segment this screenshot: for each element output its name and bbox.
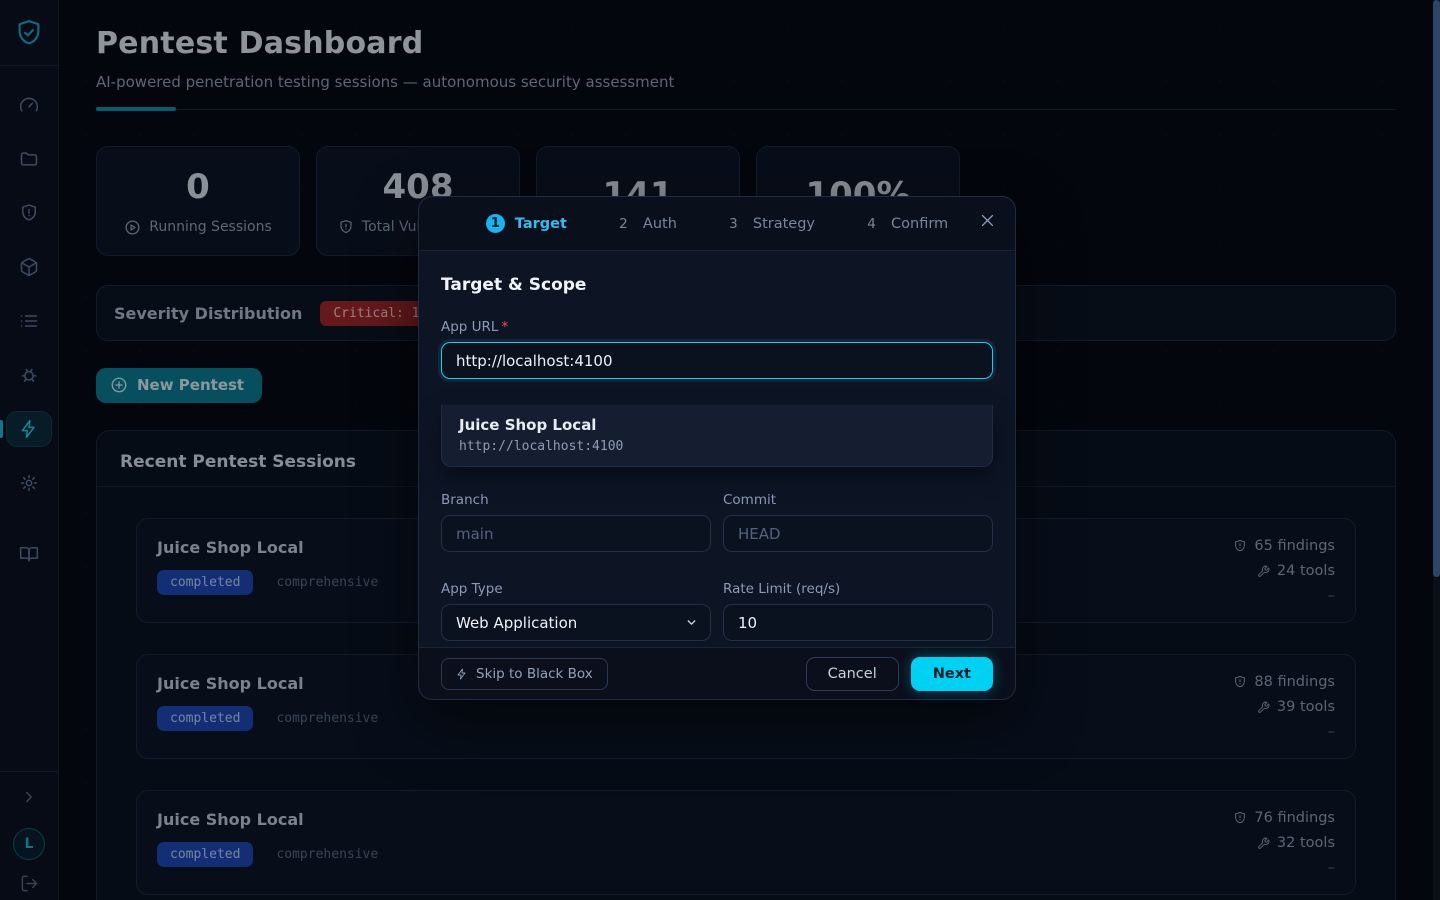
app-url-label: App URL* (441, 319, 993, 333)
branch-label: Branch (441, 492, 711, 506)
zap-icon (456, 668, 468, 680)
chevron-down-icon (685, 616, 698, 629)
step-confirm[interactable]: 4 Confirm (862, 216, 948, 232)
scrollbar-thumb[interactable] (1433, 0, 1440, 577)
close-icon[interactable] (979, 212, 996, 229)
modal-footer: Skip to Black Box Cancel Next (419, 647, 1015, 699)
app-type-label: App Type (441, 581, 711, 595)
suggestion-title: Juice Shop Local (459, 416, 975, 434)
skip-black-box-button[interactable]: Skip to Black Box (441, 658, 608, 690)
step-auth[interactable]: 2 Auth (614, 216, 677, 232)
commit-input[interactable] (723, 515, 993, 552)
url-suggestion-item[interactable]: Juice Shop Local http://localhost:4100 (441, 405, 993, 467)
step-strategy[interactable]: 3 Strategy (724, 216, 815, 232)
branch-input[interactable] (441, 515, 711, 552)
modal-section-title: Target & Scope (441, 275, 993, 295)
app-url-input[interactable] (441, 342, 993, 379)
rate-limit-label: Rate Limit (req/s) (723, 581, 993, 595)
commit-label: Commit (723, 492, 993, 506)
new-pentest-modal: 1 Target 2 Auth 3 Strategy 4 Confirm Tar… (418, 196, 1016, 700)
app-type-select[interactable]: Web Application (441, 604, 711, 641)
required-asterisk: * (501, 319, 508, 333)
suggestion-url: http://localhost:4100 (459, 439, 975, 454)
modal-stepper: 1 Target 2 Auth 3 Strategy 4 Confirm (419, 197, 1015, 251)
next-button[interactable]: Next (911, 657, 993, 691)
rate-limit-input[interactable] (723, 604, 993, 641)
cancel-button[interactable]: Cancel (806, 657, 899, 691)
step-target[interactable]: 1 Target (486, 214, 567, 233)
